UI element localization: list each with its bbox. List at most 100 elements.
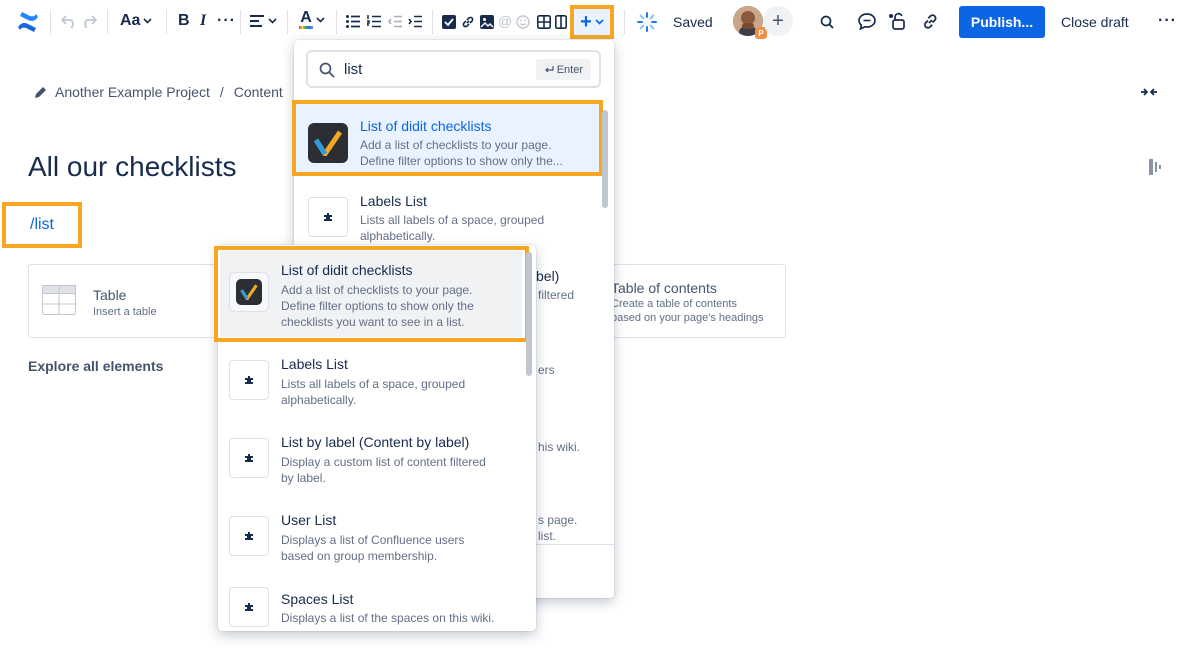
- image-icon[interactable]: [480, 15, 494, 29]
- toolbar-divider: [336, 10, 337, 34]
- edit-pencil-icon: [35, 86, 46, 98]
- element-card-table[interactable]: Table Insert a table: [28, 264, 228, 338]
- outdent-icon[interactable]: [388, 15, 402, 28]
- breadcrumb: Another Example Project / Content: [34, 84, 283, 100]
- plus-icon: +: [580, 11, 592, 33]
- card-description: Create a table of contents: [611, 298, 737, 310]
- highlight-frame: [214, 246, 529, 342]
- breadcrumb-item-content[interactable]: Content: [234, 84, 283, 100]
- close-draft-button[interactable]: Close draft: [1061, 14, 1129, 30]
- menu-item-description-fragment: list.: [538, 529, 556, 543]
- toolbar-divider: [107, 10, 108, 34]
- more-formatting-icon[interactable]: ···: [217, 12, 236, 30]
- menu-item-description-fragment: ers: [538, 363, 555, 377]
- indent-icon[interactable]: [408, 15, 422, 28]
- italic-icon[interactable]: I: [200, 12, 206, 30]
- menu-item-description: Displays a list of the spaces on this wi…: [281, 611, 495, 625]
- text-style-label: Aa: [120, 12, 141, 29]
- numbered-list-icon[interactable]: [367, 15, 381, 28]
- undo-icon[interactable]: [61, 14, 77, 28]
- content-width-handle-icon[interactable]: [1149, 159, 1161, 175]
- menu-item-title: Labels List: [281, 356, 348, 372]
- bold-icon[interactable]: B: [178, 12, 190, 30]
- explore-all-elements-link[interactable]: Explore all elements: [28, 358, 163, 374]
- page-title[interactable]: All our checklists: [28, 151, 237, 183]
- card-description: based on your page's headings: [611, 312, 764, 324]
- menu-item-description: Displays a list of Confluence users: [281, 533, 465, 547]
- menu-item-title: List by label (Content by label): [281, 434, 470, 450]
- collapse-width-icon[interactable]: [1140, 86, 1158, 98]
- text-color-dropdown[interactable]: A: [299, 10, 325, 29]
- alignment-dropdown[interactable]: [250, 15, 277, 27]
- puzzle-macro-icon: [308, 197, 348, 237]
- puzzle-macro-icon: [229, 587, 269, 627]
- align-left-icon: [250, 15, 264, 27]
- text-style-dropdown[interactable]: Aa: [120, 12, 153, 30]
- insert-elements-button[interactable]: +: [570, 5, 614, 39]
- toolbar-divider: [240, 10, 241, 34]
- menu-item-description: Lists all labels of a space, grouped: [360, 213, 545, 227]
- menu-item-title: Labels List: [360, 193, 427, 209]
- menu-item-description: Lists all labels of a space, grouped: [281, 377, 466, 391]
- plus-icon: +: [772, 9, 784, 32]
- task-checkbox-icon[interactable]: [442, 15, 456, 29]
- puzzle-macro-icon: [229, 438, 269, 478]
- chevron-down-icon: [268, 18, 277, 24]
- menu-item-description: based on group membership.: [281, 549, 438, 563]
- menu-item-description: alphabetically.: [281, 393, 357, 407]
- card-description: Insert a table: [93, 306, 157, 318]
- redo-icon[interactable]: [81, 14, 97, 28]
- menu-item-description: Display a custom list of content filtere…: [281, 455, 486, 469]
- table-icon: [42, 285, 76, 315]
- breadcrumb-item-space[interactable]: Another Example Project: [55, 84, 210, 100]
- comment-icon[interactable]: [858, 13, 876, 30]
- card-title: Table of contents: [611, 280, 717, 296]
- enter-hint-label: Enter: [556, 63, 583, 76]
- scrollbar[interactable]: [526, 252, 532, 376]
- menu-item-description: alphabetically.: [360, 229, 436, 243]
- toolbar-divider: [50, 10, 51, 34]
- chevron-down-icon: [143, 18, 153, 24]
- search-input[interactable]: list Enter: [306, 50, 601, 88]
- toolbar-divider: [287, 10, 288, 34]
- confluence-logo-icon[interactable]: [16, 10, 40, 34]
- enter-hint: Enter: [535, 59, 591, 80]
- add-collaborator-button[interactable]: +: [763, 6, 793, 36]
- text-color-icon: A: [299, 10, 313, 29]
- slash-command-text[interactable]: /list: [30, 216, 54, 234]
- saving-spinner-icon: [637, 12, 657, 32]
- toolbar-divider: [166, 10, 167, 34]
- menu-item-description-fragment: his wiki.: [538, 440, 581, 454]
- restrictions-lock-icon[interactable]: [888, 12, 906, 30]
- toolbar-divider: [624, 10, 625, 34]
- more-options-icon[interactable]: ···: [1158, 12, 1177, 30]
- slash-command-highlight: /list: [2, 202, 82, 248]
- table-icon[interactable]: [537, 15, 551, 29]
- publish-button[interactable]: Publish...: [959, 6, 1045, 38]
- bullet-list-icon[interactable]: [346, 15, 360, 28]
- chevron-down-icon: [595, 19, 604, 25]
- card-title: Table: [93, 287, 127, 303]
- breadcrumb-separator: /: [219, 84, 224, 100]
- puzzle-macro-icon: [229, 360, 269, 400]
- menu-item-description-fragment: s page.: [538, 513, 578, 527]
- menu-item-title-fragment: bel): [536, 268, 560, 284]
- search-icon[interactable]: [820, 15, 834, 29]
- layout-icon[interactable]: [555, 15, 567, 29]
- menu-item-title: Spaces List: [281, 591, 354, 607]
- chevron-down-icon: [316, 16, 325, 23]
- menu-item-description-fragment: filtered: [538, 288, 575, 302]
- copy-link-icon[interactable]: [921, 12, 940, 31]
- scrollbar[interactable]: [602, 110, 608, 208]
- search-value: list: [344, 61, 363, 78]
- saved-status: Saved: [673, 14, 713, 30]
- link-icon[interactable]: [461, 15, 475, 29]
- puzzle-macro-icon: [229, 516, 269, 556]
- menu-item-description: by label.: [281, 471, 326, 485]
- return-icon: [544, 65, 554, 72]
- panel-divider: [536, 544, 614, 545]
- mention-icon[interactable]: @: [498, 13, 512, 29]
- emoji-icon[interactable]: [516, 15, 530, 29]
- search-icon: [319, 62, 335, 78]
- menu-item-title: User List: [281, 512, 337, 528]
